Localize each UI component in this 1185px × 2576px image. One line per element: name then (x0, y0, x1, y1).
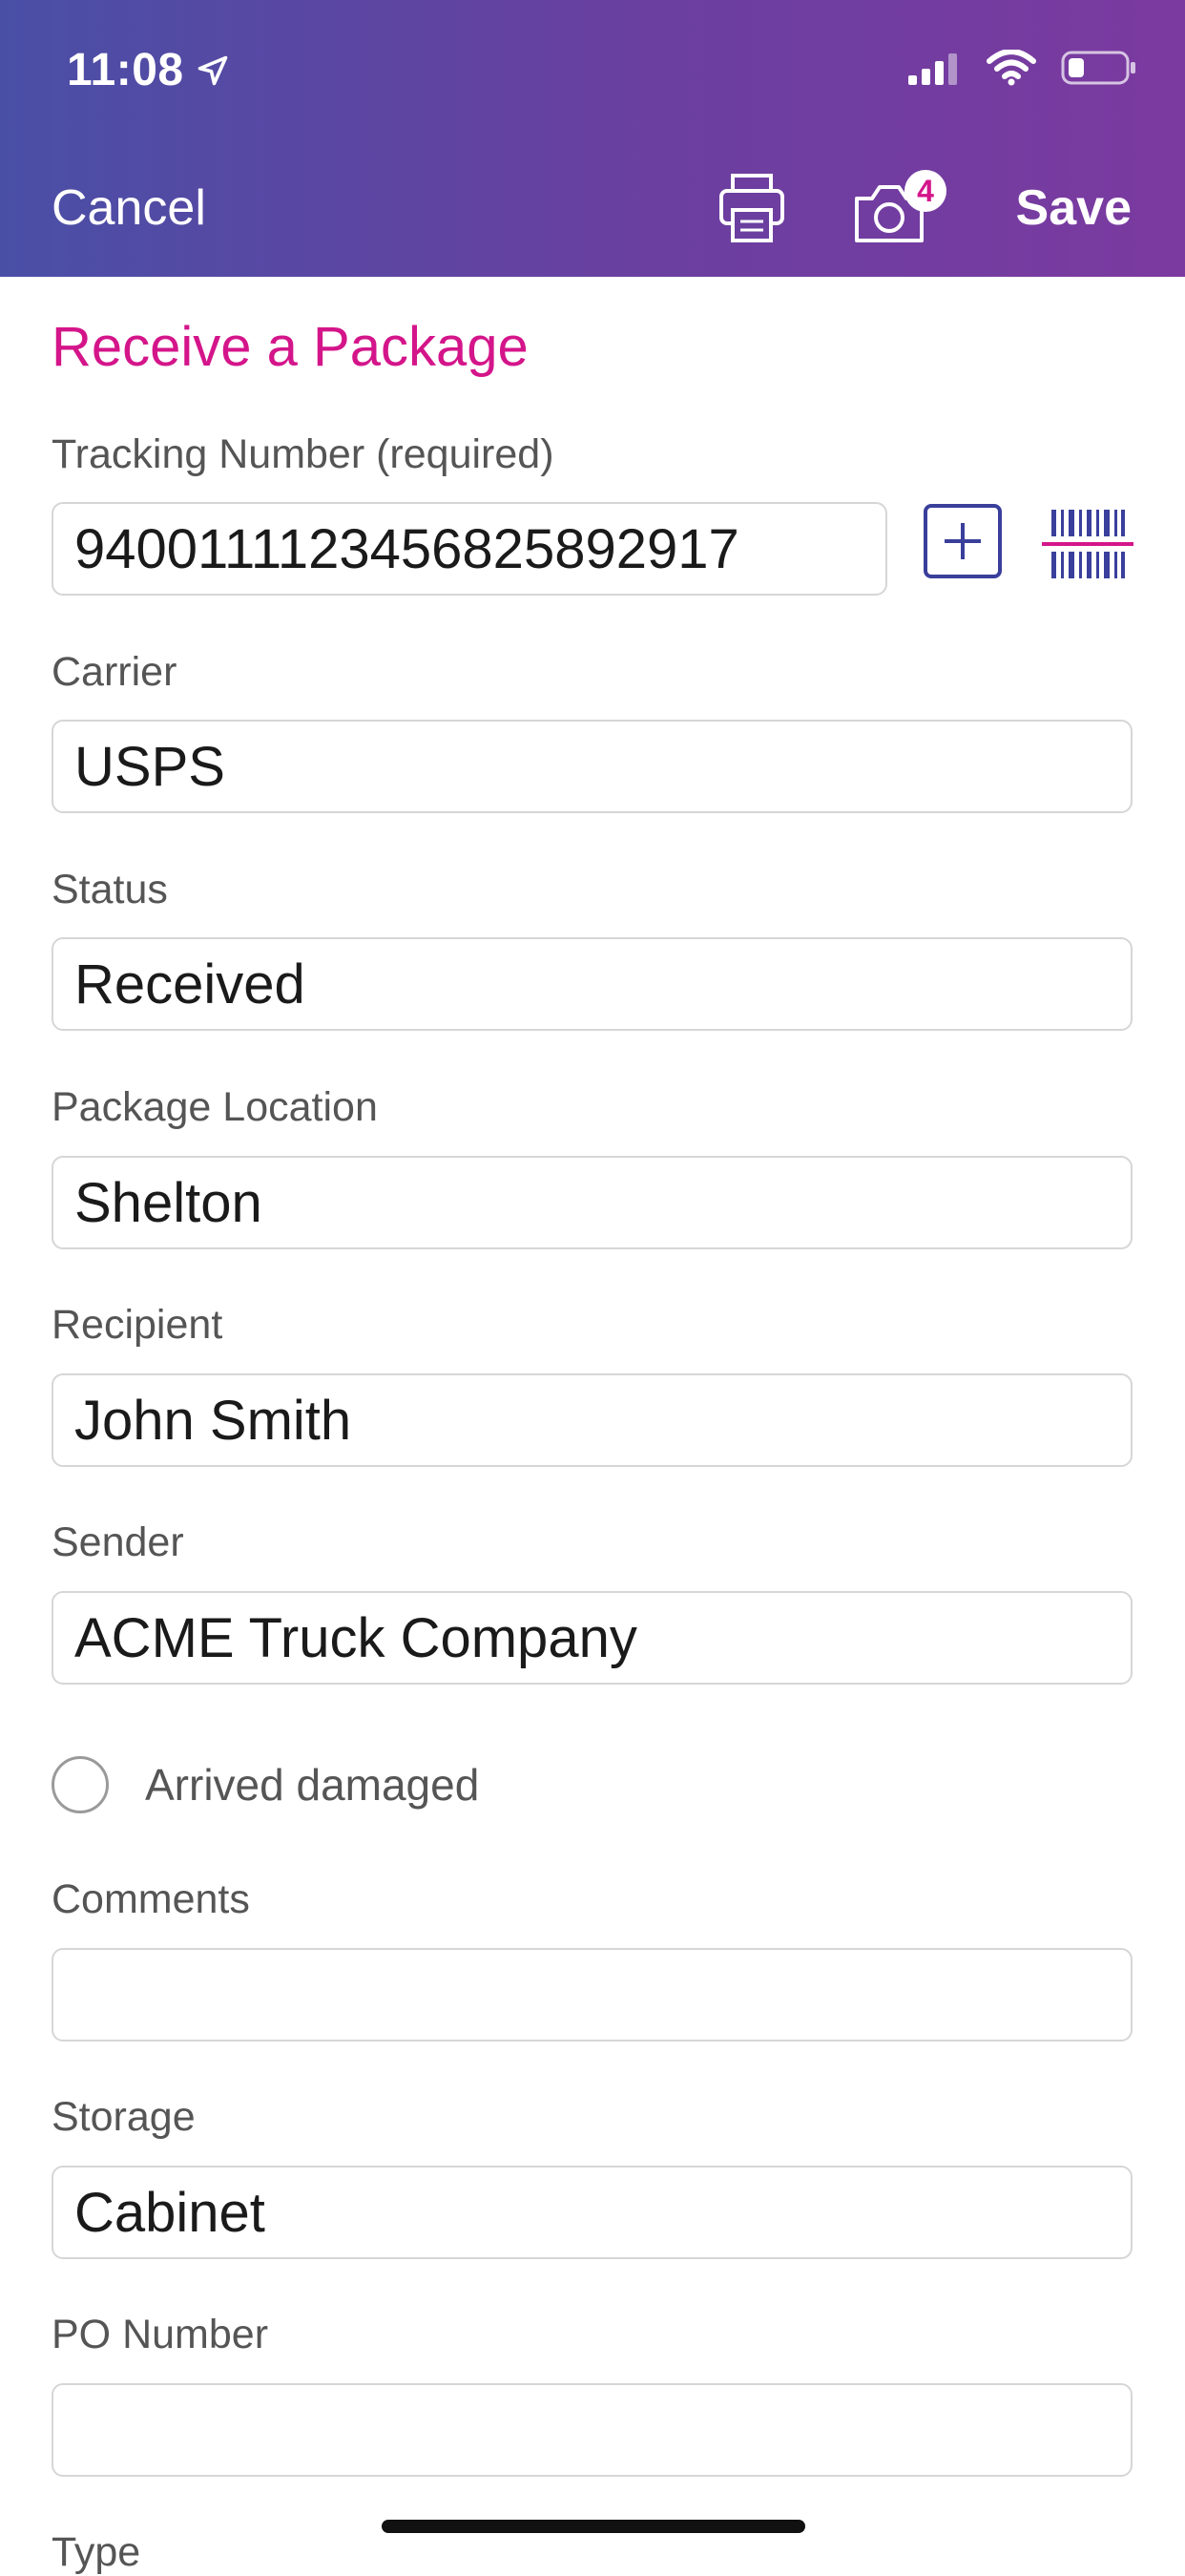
tracking-number-input[interactable]: 9400111123456825892917 (52, 502, 887, 596)
arrived-damaged-row[interactable]: Arrived damaged (52, 1756, 479, 1813)
carrier-field[interactable]: USPS (52, 720, 1133, 813)
arrived-damaged-toggle[interactable] (52, 1756, 109, 1813)
package-location-field[interactable]: Shelton (52, 1156, 1133, 1249)
save-button[interactable]: Save (1016, 179, 1132, 237)
page-title: Receive a Package (52, 316, 529, 378)
sender-label: Sender (52, 1519, 184, 1565)
barcode-scan-icon (1042, 510, 1133, 578)
po-number-label: PO Number (52, 2312, 269, 2357)
status-icons (908, 50, 1137, 86)
recipient-label: Recipient (52, 1302, 223, 1348)
po-number-field[interactable] (52, 2383, 1133, 2477)
status-field[interactable]: Received (52, 937, 1133, 1031)
recipient-field[interactable]: John Smith (52, 1373, 1133, 1467)
wifi-icon (987, 50, 1036, 86)
status-label: Status (52, 867, 168, 912)
print-button[interactable] (717, 170, 786, 244)
storage-field[interactable]: Cabinet (52, 2166, 1133, 2259)
status-time: 11:08 (67, 44, 230, 96)
comments-field[interactable] (52, 1948, 1133, 2042)
status-time-text: 11:08 (67, 45, 184, 95)
photo-count-badge: 4 (904, 170, 946, 212)
location-arrow-icon (198, 55, 227, 85)
comments-label: Comments (52, 1876, 250, 1922)
location-label: Package Location (52, 1084, 378, 1130)
add-tracking-button[interactable] (924, 504, 1002, 578)
plus-icon (945, 523, 981, 559)
carrier-label: Carrier (52, 649, 177, 695)
signal-icon (908, 53, 957, 85)
cancel-button[interactable]: Cancel (52, 179, 206, 237)
arrived-damaged-label: Arrived damaged (145, 1760, 480, 1810)
camera-button[interactable]: 4 (851, 170, 956, 246)
scan-barcode-button[interactable] (1040, 506, 1135, 582)
printer-icon (719, 174, 784, 242)
top-bar: 11:08 Cancel 4 Save (0, 0, 1185, 277)
storage-label: Storage (52, 2094, 196, 2140)
home-indicator (382, 2520, 805, 2533)
battery-icon (1061, 51, 1135, 85)
type-label: Type (52, 2529, 141, 2575)
tracking-label: Tracking Number (required) (52, 431, 554, 477)
sender-field[interactable]: ACME Truck Company (52, 1591, 1133, 1685)
